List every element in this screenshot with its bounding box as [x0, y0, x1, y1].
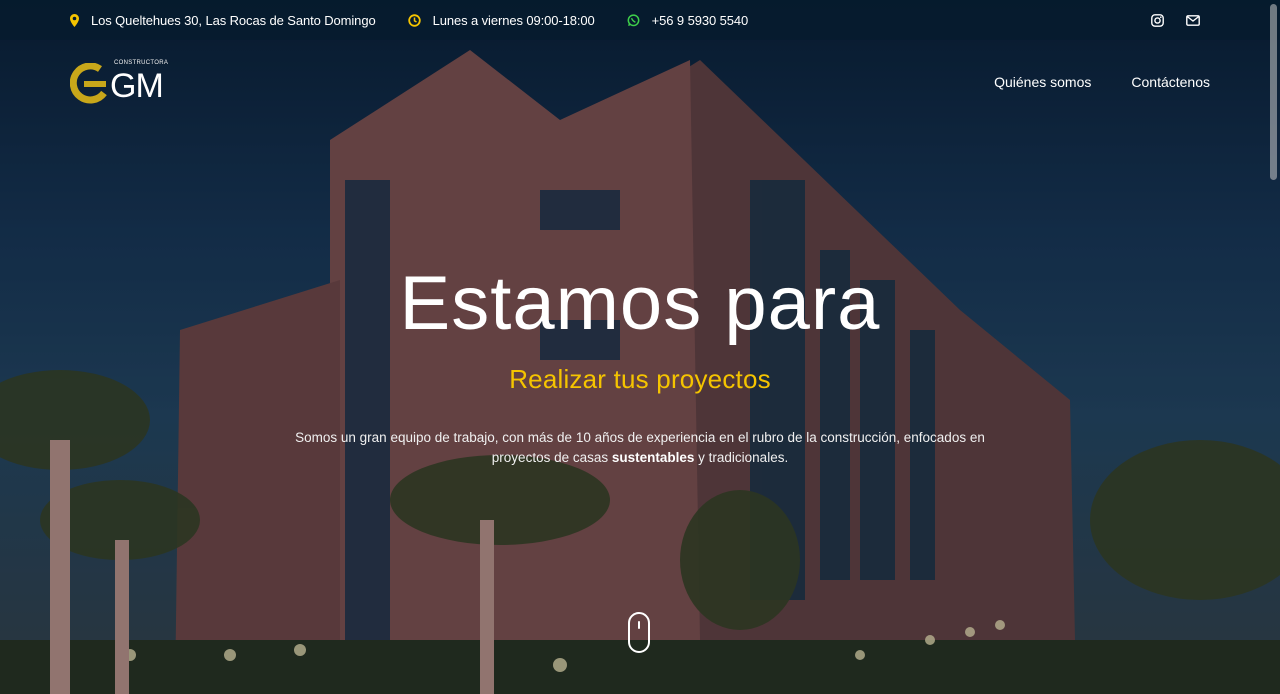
logo-small-text: CONSTRUCTORA — [114, 60, 169, 66]
scroll-down-mouse-icon[interactable] — [628, 612, 650, 653]
address-info: Los Queltehues 30, Las Rocas de Santo Do… — [70, 13, 376, 28]
hours-info: Lunes a viernes 09:00-18:00 — [407, 12, 595, 28]
brand-logo[interactable]: CONSTRUCTORA GM — [69, 57, 170, 110]
nav-menu: Quiénes somos Contáctenos — [994, 74, 1210, 90]
hero-description: Somos un gran equipo de trabajo, con más… — [270, 428, 1010, 468]
hero-description-bold: sustentables — [611, 450, 695, 465]
phone-text[interactable]: +56 9 5930 5540 — [652, 13, 749, 28]
nav-item-quienes-somos[interactable]: Quiénes somos — [994, 74, 1091, 90]
clock-icon — [407, 13, 421, 27]
top-info-bar: Los Queltehues 30, Las Rocas de Santo Do… — [0, 0, 1280, 40]
nav-item-contactenos[interactable]: Contáctenos — [1131, 74, 1210, 90]
address-text: Los Queltehues 30, Las Rocas de Santo Do… — [91, 12, 376, 28]
logo-mark-icon — [69, 62, 114, 110]
hero-subtitle: Realizar tus proyectos — [509, 364, 771, 394]
mail-icon[interactable] — [1186, 14, 1200, 26]
main-navbar: CONSTRUCTORA GM Quiénes somos Contácteno… — [0, 40, 1280, 124]
hero-description-part2: y tradicionales. — [694, 450, 789, 465]
whatsapp-icon — [627, 13, 640, 27]
social-links — [1151, 13, 1200, 27]
hours-text: Lunes a viernes 09:00-18:00 — [432, 12, 595, 28]
instagram-icon[interactable] — [1151, 13, 1164, 27]
map-marker-icon — [70, 13, 79, 27]
phone-info[interactable]: +56 9 5930 5540 — [627, 13, 748, 28]
logo-text: GM — [110, 67, 164, 105]
page-scrollbar[interactable] — [1270, 4, 1277, 180]
hero-title: Estamos para — [399, 261, 881, 346]
